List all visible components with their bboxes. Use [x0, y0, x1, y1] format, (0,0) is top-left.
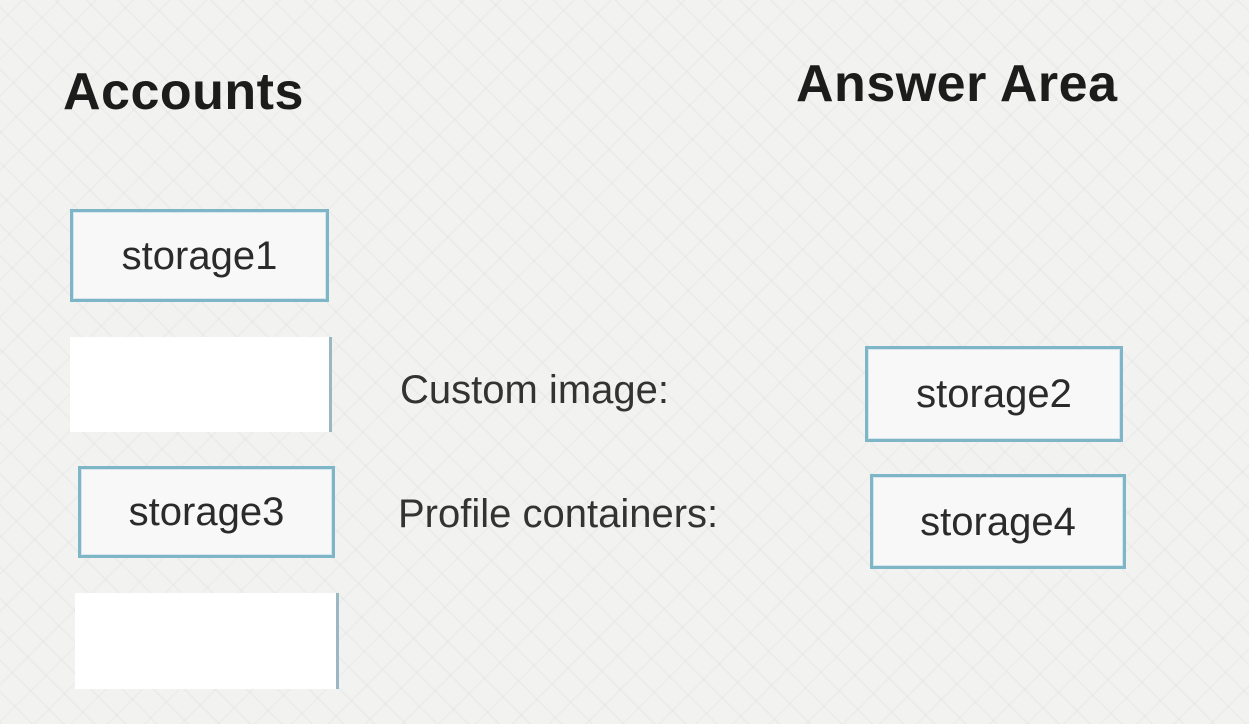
- profile-containers-label: Profile containers:: [398, 492, 719, 536]
- answer-area-heading: Answer Area: [796, 55, 1118, 113]
- profile-containers-answer-slot[interactable]: storage4: [870, 474, 1126, 569]
- account-tile-storage1[interactable]: storage1: [70, 209, 329, 302]
- accounts-heading: Accounts: [63, 63, 304, 121]
- custom-image-label: Custom image:: [400, 368, 669, 412]
- custom-image-answer-slot[interactable]: storage2: [865, 346, 1123, 442]
- account-tile-storage3[interactable]: storage3: [78, 466, 335, 558]
- account-slot-empty-2[interactable]: [75, 593, 339, 689]
- account-slot-empty-1[interactable]: [70, 337, 332, 432]
